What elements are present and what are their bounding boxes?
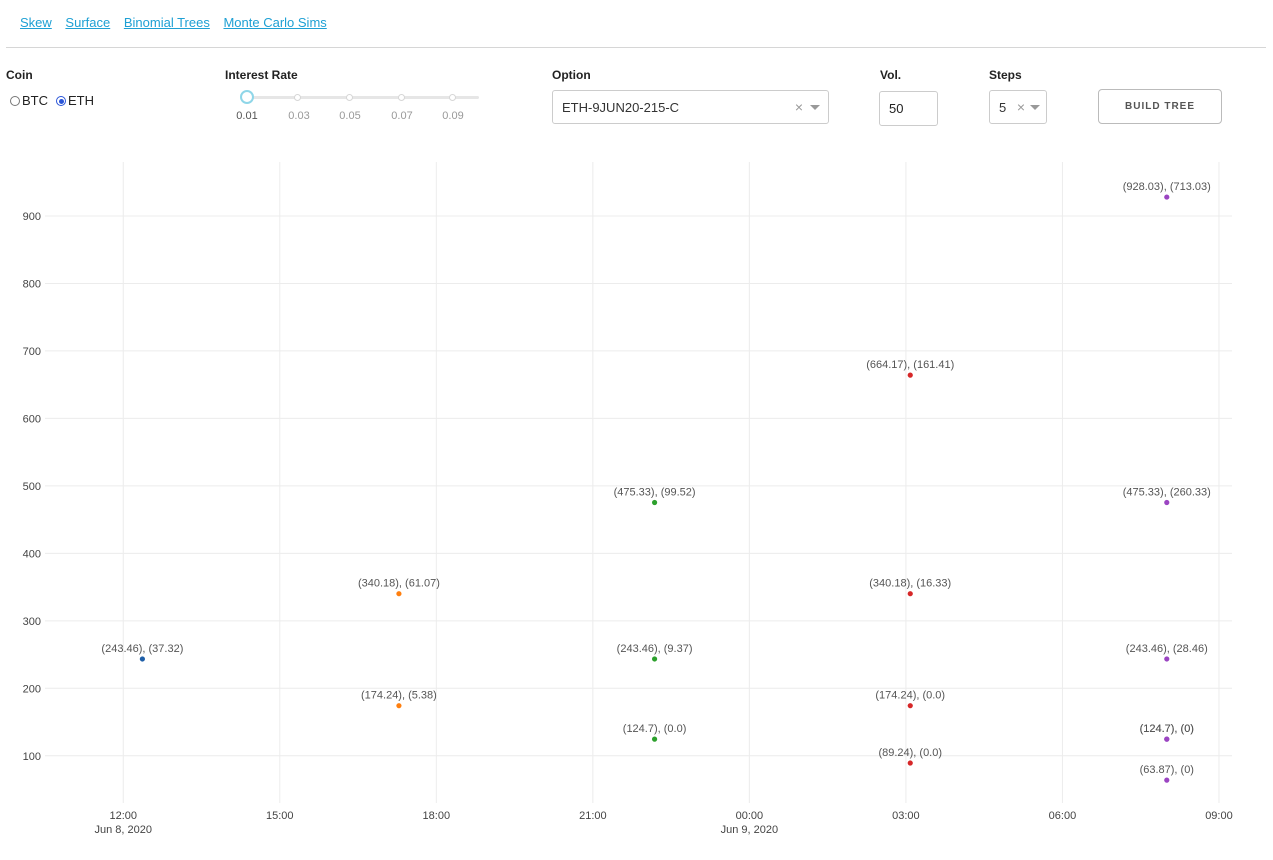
option-select[interactable]: ETH-9JUN20-215-C × xyxy=(552,90,829,124)
binomial-tree-chart: 12:00 Jun 8, 2020 15:00 18:00 21:00 00:00 Jun … xyxy=(23,162,1233,836)
x-tick-label: 03:00 xyxy=(892,810,920,822)
radio-btc-indicator[interactable] xyxy=(10,95,20,106)
tree-node-point xyxy=(1164,736,1170,742)
tree-node-label: (243.46), (28.46) xyxy=(1126,643,1208,655)
tree-node-label: (63.87), (0) xyxy=(1140,764,1194,776)
tree-node-point xyxy=(396,703,402,709)
y-tick-label: 500 xyxy=(23,481,41,493)
y-tick-label: 300 xyxy=(23,616,41,628)
tree-node-label: (928.03), (713.03) xyxy=(1123,181,1211,193)
radio-btc-label: BTC xyxy=(22,93,48,108)
vol-label: Vol. xyxy=(880,68,902,82)
tree-node-point xyxy=(1164,656,1170,662)
tree-node-point xyxy=(907,703,913,709)
tree-node-point xyxy=(907,372,913,378)
interest-rate-slider-handle[interactable] xyxy=(240,90,254,104)
slider-mark[interactable] xyxy=(294,94,301,101)
tree-node-label: (124.7), (0) xyxy=(1140,723,1194,735)
tree-node-point xyxy=(907,760,913,766)
y-tick-label: 700 xyxy=(23,346,41,358)
clear-icon[interactable]: × xyxy=(792,99,806,115)
tree-node-label: (475.33), (260.33) xyxy=(1123,487,1211,499)
x-tick-sublabel: Jun 8, 2020 xyxy=(95,824,153,836)
tree-node-point xyxy=(651,736,658,742)
tree-node-point xyxy=(1164,499,1170,506)
top-nav: Skew Surface Binomial Trees Monte Carlo … xyxy=(20,15,337,30)
tree-node-point xyxy=(396,591,402,597)
tree-node-label: (340.18), (16.33) xyxy=(869,578,951,590)
nav-link-surface[interactable]: Surface xyxy=(65,15,110,30)
slider-mark[interactable] xyxy=(346,94,353,101)
x-tick-label: 18:00 xyxy=(423,810,451,822)
tree-node-label: (174.24), (5.38) xyxy=(361,690,437,702)
chevron-down-icon[interactable] xyxy=(1030,104,1040,110)
x-tick-label: 00:00 xyxy=(736,810,764,822)
x-tick-sublabel: Jun 9, 2020 xyxy=(721,824,779,836)
slider-tick-label: 0.05 xyxy=(339,110,361,122)
chevron-down-icon[interactable] xyxy=(810,104,820,110)
tree-node-point xyxy=(651,656,658,662)
y-tick-label: 200 xyxy=(23,683,41,695)
tree-node-label: (243.46), (9.37) xyxy=(617,643,693,655)
tree-node-label: (174.24), (0.0) xyxy=(875,690,945,702)
x-tick-label: 12:00 xyxy=(109,810,137,822)
y-tick-label: 600 xyxy=(23,413,41,425)
steps-select-value: 5 xyxy=(999,99,1007,115)
option-label: Option xyxy=(552,68,591,82)
tree-node-point xyxy=(139,656,145,662)
build-tree-button[interactable]: BUILD TREE xyxy=(1098,89,1222,124)
nav-link-monte-carlo-sims[interactable]: Monte Carlo Sims xyxy=(223,15,326,30)
vol-input[interactable]: 50 xyxy=(879,91,938,126)
tree-node-label: (243.46), (37.32) xyxy=(101,643,183,655)
coin-radio-group: BTC ETH xyxy=(10,93,102,108)
interest-rate-slider-track[interactable] xyxy=(247,96,479,99)
y-tick-label: 400 xyxy=(23,548,41,560)
slider-tick-label: 0.09 xyxy=(442,110,464,122)
tree-node-label: (124.7), (0.0) xyxy=(623,723,687,735)
coin-label: Coin xyxy=(6,68,33,82)
tree-node-label: (475.33), (99.52) xyxy=(614,487,696,499)
tree-node-label: (664.17), (161.41) xyxy=(866,359,954,371)
radio-eth-indicator[interactable] xyxy=(56,95,66,106)
radio-eth-label: ETH xyxy=(68,93,94,108)
x-tick-label: 09:00 xyxy=(1205,810,1233,822)
clear-icon[interactable]: × xyxy=(1014,99,1028,115)
y-tick-label: 900 xyxy=(23,211,41,223)
y-tick-label: 800 xyxy=(23,278,41,290)
steps-label: Steps xyxy=(989,68,1022,82)
nav-link-binomial-trees[interactable]: Binomial Trees xyxy=(124,15,210,30)
tree-node-label: (340.18), (61.07) xyxy=(358,578,440,590)
x-tick-label: 15:00 xyxy=(266,810,294,822)
slider-mark[interactable] xyxy=(398,94,405,101)
coin-radio-eth[interactable]: ETH xyxy=(56,93,94,108)
slider-mark[interactable] xyxy=(449,94,456,101)
tree-node-point xyxy=(1164,777,1170,783)
x-tick-label: 21:00 xyxy=(579,810,607,822)
header-divider xyxy=(6,47,1266,48)
option-select-value: ETH-9JUN20-215-C xyxy=(562,99,680,115)
tree-node-label: (89.24), (0.0) xyxy=(878,747,942,759)
nav-link-skew[interactable]: Skew xyxy=(20,15,52,30)
y-tick-label: 100 xyxy=(23,751,41,763)
interest-rate-label: Interest Rate xyxy=(225,68,298,82)
tree-node-point xyxy=(907,591,913,597)
tree-node-point xyxy=(1164,194,1170,200)
tree-node-point xyxy=(651,499,658,506)
slider-tick-label: 0.07 xyxy=(391,110,413,122)
coin-radio-btc[interactable]: BTC xyxy=(10,93,48,108)
steps-select[interactable]: 5 × xyxy=(989,90,1047,124)
x-tick-label: 06:00 xyxy=(1049,810,1077,822)
slider-tick-label: 0.03 xyxy=(288,110,310,122)
slider-tick-label: 0.01 xyxy=(236,110,258,122)
